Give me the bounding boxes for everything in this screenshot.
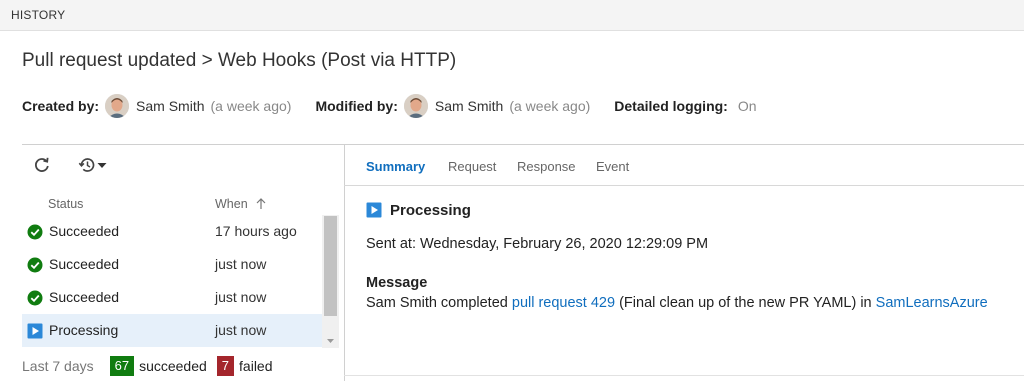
tab-summary[interactable]: Summary (366, 159, 425, 174)
detail-tabs: Summary Request Response Event (344, 145, 1024, 186)
check-circle-icon (27, 290, 43, 306)
row-status: Succeeded (49, 289, 120, 305)
footer-period: Last 7 days (22, 358, 94, 374)
list-item-selected[interactable]: Processing just now (22, 314, 322, 347)
list-item[interactable]: Succeeded 17 hours ago (22, 215, 322, 248)
row-status: Processing (49, 322, 119, 338)
history-list: Succeeded 17 hours ago Succeeded just no… (22, 215, 322, 347)
scroll-down-arrow-icon[interactable] (322, 334, 339, 348)
avatar (105, 94, 130, 118)
detail-pane: Summary Request Response Event Processin… (344, 144, 1024, 381)
message-text: Sam Smith completed pull request 429 (Fi… (366, 295, 988, 311)
message-label: Message (366, 275, 428, 291)
when-column-header[interactable]: When (215, 197, 267, 211)
when-column-label: When (215, 197, 248, 211)
history-toolbar (22, 145, 344, 185)
tab-request[interactable]: Request (448, 159, 496, 174)
detail-status-heading: Processing (366, 200, 471, 220)
sort-ascending-icon (256, 198, 266, 209)
modified-by-label: Modified by: (315, 98, 398, 114)
repository-link[interactable]: SamLearnsAzure (876, 295, 988, 311)
scrollbar-thumb[interactable] (324, 216, 337, 316)
failed-label: failed (239, 358, 273, 374)
row-when: just now (215, 289, 267, 305)
refresh-icon[interactable] (32, 155, 52, 175)
row-when: 17 hours ago (215, 223, 297, 239)
modified-by-time: (a week ago) (509, 98, 591, 114)
tab-response[interactable]: Response (517, 159, 576, 174)
tab-event[interactable]: Event (596, 159, 629, 174)
modified-by-name[interactable]: Sam Smith (435, 98, 503, 114)
created-by-name[interactable]: Sam Smith (136, 98, 204, 114)
section-title: HISTORY (11, 8, 66, 22)
divider (344, 375, 1024, 376)
pull-request-link[interactable]: pull request 429 (512, 295, 615, 311)
history-icon[interactable] (77, 155, 97, 175)
check-circle-icon (27, 257, 43, 273)
meta-row: Created by: Sam Smith (a week ago) Modif… (22, 92, 757, 120)
detail-status-title: Processing (390, 201, 471, 219)
play-square-icon (366, 202, 382, 218)
succeeded-count-badge: 67 (109, 356, 135, 376)
detailed-logging-value: On (737, 98, 757, 114)
play-square-icon (27, 323, 43, 339)
created-by-time: (a week ago) (210, 98, 292, 114)
caret-down-icon[interactable] (96, 155, 116, 175)
top-bar: HISTORY (0, 0, 1024, 31)
check-circle-icon (27, 224, 43, 240)
list-scrollbar[interactable] (322, 215, 339, 348)
detailed-logging-label: Detailed logging: (614, 98, 728, 114)
list-item[interactable]: Succeeded just now (22, 248, 322, 281)
created-by-label: Created by: (22, 98, 100, 114)
sent-at-text: Sent at: Wednesday, February 26, 2020 12… (366, 236, 709, 252)
history-pane: Status When Succeeded 17 hours ago Succe… (22, 144, 345, 381)
page-title: Pull request updated > Web Hooks (Post v… (22, 50, 457, 71)
summary-footer: Last 7 days 67 succeeded 7 failed (22, 355, 283, 377)
row-status: Succeeded (49, 256, 120, 272)
succeeded-label: succeeded (139, 358, 207, 374)
avatar (403, 94, 428, 118)
status-column-header[interactable]: Status (48, 197, 83, 211)
failed-count-badge: 7 (216, 356, 235, 376)
message-middle: (Final clean up of the new PR YAML) in (615, 295, 876, 311)
list-item[interactable]: Succeeded just now (22, 281, 322, 314)
row-status: Succeeded (49, 223, 120, 239)
row-when: just now (215, 322, 267, 338)
message-prefix: Sam Smith completed (366, 295, 512, 311)
row-when: just now (215, 256, 267, 272)
